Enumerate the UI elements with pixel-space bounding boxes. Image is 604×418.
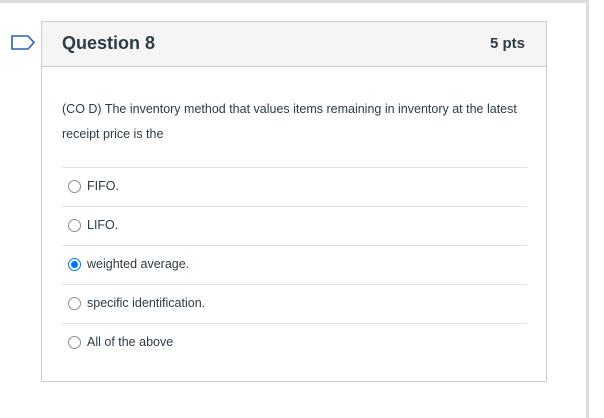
- radio-button[interactable]: [68, 258, 81, 271]
- radio-button[interactable]: [68, 297, 81, 310]
- answer-option[interactable]: weighted average.: [62, 245, 527, 284]
- answer-option[interactable]: LIFO.: [62, 206, 527, 245]
- question-title: Question 8: [62, 33, 156, 53]
- answer-label: weighted average.: [87, 257, 190, 271]
- answer-label: LIFO.: [87, 218, 119, 232]
- answer-list: FIFO. LIFO. weighted average. specific i…: [62, 167, 527, 362]
- bookmark-flag-icon[interactable]: [11, 35, 35, 50]
- answer-option[interactable]: All of the above: [62, 323, 527, 362]
- radio-button[interactable]: [68, 180, 81, 193]
- question-points: 5 pts: [489, 35, 525, 52]
- answer-option[interactable]: specific identification.: [62, 284, 527, 323]
- question-card: Question 8 5 pts (CO D) The inventory me…: [41, 21, 547, 382]
- question-header: Question 8 5 pts: [42, 22, 546, 67]
- answer-option[interactable]: FIFO.: [62, 167, 527, 206]
- answer-label: All of the above: [87, 335, 174, 349]
- radio-button[interactable]: [68, 219, 81, 232]
- question-text: (CO D) The inventory method that values …: [62, 102, 517, 141]
- answer-label: specific identification.: [87, 296, 206, 310]
- answer-label: FIFO.: [87, 179, 119, 193]
- radio-button[interactable]: [68, 336, 81, 349]
